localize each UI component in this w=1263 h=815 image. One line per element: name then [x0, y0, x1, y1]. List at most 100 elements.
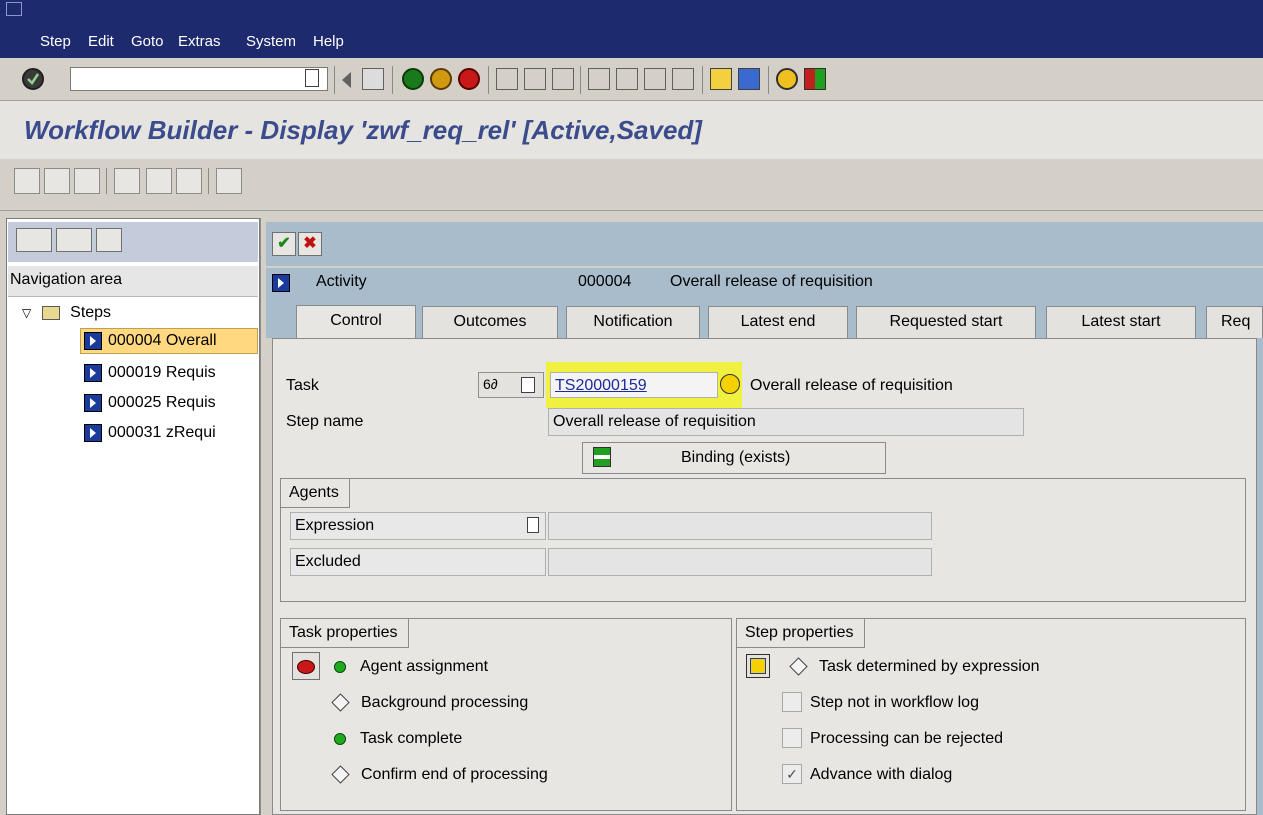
expand-triangle-icon[interactable]: ▽	[22, 306, 31, 320]
tab-notification[interactable]: Notification	[566, 306, 700, 338]
find-next-icon[interactable]	[552, 68, 574, 90]
hierarchy-icon[interactable]	[114, 168, 140, 194]
tree-item-label: 000025 Requis	[108, 394, 216, 411]
task-field[interactable]: TS20000159	[550, 372, 718, 398]
tree-item-000004[interactable]: 000004 Overall	[8, 328, 258, 354]
task-history-icon[interactable]	[521, 377, 535, 393]
back-icon[interactable]	[402, 68, 424, 90]
navigate-forward-icon[interactable]	[56, 228, 92, 252]
binding-button-label: Binding (exists)	[681, 449, 791, 466]
help-icon[interactable]	[776, 68, 798, 90]
menu-extras[interactable]: Extras	[178, 33, 221, 50]
green-status-icon	[334, 732, 346, 745]
agents-title: Agents	[281, 479, 350, 508]
cancel-icon[interactable]	[458, 68, 480, 90]
agents-group	[280, 478, 1246, 602]
next-page-icon[interactable]	[644, 68, 666, 90]
task-prop-agent-assignment: Agent assignment	[334, 658, 488, 676]
step-name-field[interactable]: Overall release of requisition	[548, 408, 1024, 436]
check-icon[interactable]	[74, 168, 100, 194]
expression-history-icon[interactable]	[527, 517, 539, 533]
activity-icon	[272, 274, 290, 292]
tree-folder-steps[interactable]: ▽ Steps	[8, 300, 258, 326]
last-page-icon[interactable]	[672, 68, 694, 90]
agent-assignment-icon	[297, 660, 315, 674]
navigation-toolbar	[8, 222, 258, 262]
page-title: Workflow Builder - Display 'zwf_req_rel'…	[24, 115, 702, 145]
menu-edit[interactable]: Edit	[88, 33, 114, 50]
tree-item-000019[interactable]: 000019 Requis	[8, 360, 258, 386]
menu-help[interactable]: Help	[313, 33, 344, 50]
activity-icon	[84, 393, 102, 412]
binding-button[interactable]: Binding (exists)	[582, 442, 886, 474]
step-not-in-log-checkbox[interactable]	[782, 692, 802, 712]
new-document-icon[interactable]	[14, 168, 40, 194]
menu-system[interactable]: System	[246, 33, 296, 50]
green-status-icon	[334, 660, 346, 673]
test-icon[interactable]	[216, 168, 242, 194]
information-icon[interactable]	[146, 168, 172, 194]
diamond-status-icon	[789, 657, 808, 676]
previous-page-icon[interactable]	[616, 68, 638, 90]
save-icon[interactable]	[362, 68, 384, 90]
activity-number: 000004	[578, 273, 632, 290]
copy-icon[interactable]	[44, 168, 70, 194]
task-prop-task-complete: Task complete	[334, 730, 462, 748]
tab-latest-start[interactable]: Latest start	[1046, 306, 1196, 338]
navigation-area-header: Navigation area	[8, 266, 258, 297]
expression-icon	[750, 658, 766, 674]
folder-icon	[41, 305, 60, 320]
command-field-history-icon[interactable]	[305, 69, 319, 87]
activity-icon	[84, 363, 102, 382]
tab-outcomes[interactable]: Outcomes	[422, 306, 558, 338]
menu-goto[interactable]: Goto	[131, 33, 164, 50]
task-tools: 6∂	[478, 372, 544, 398]
tab-requested-end[interactable]: Req	[1206, 306, 1263, 338]
diamond-status-icon	[331, 765, 350, 784]
new-session-icon[interactable]	[710, 68, 732, 90]
display-icon[interactable]	[176, 168, 202, 194]
print-icon[interactable]	[496, 68, 518, 90]
step-not-in-log-label: Step not in workflow log	[810, 694, 979, 711]
activity-icon	[84, 423, 102, 442]
exit-icon[interactable]	[430, 68, 452, 90]
task-label: Task	[286, 377, 319, 394]
processing-rejected-label: Processing can be rejected	[810, 730, 1003, 747]
tab-control[interactable]: Control	[296, 305, 416, 339]
enter-icon[interactable]	[22, 68, 44, 90]
find-icon[interactable]	[524, 68, 546, 90]
menu-step[interactable]: Step	[40, 33, 71, 50]
shortcut-icon[interactable]	[738, 68, 760, 90]
expression-button[interactable]	[746, 654, 770, 678]
navigate-back-icon[interactable]	[16, 228, 52, 252]
command-field[interactable]	[70, 67, 328, 91]
confirm-icon[interactable]: ✔	[272, 232, 296, 256]
tree-item-000031[interactable]: 000031 zRequi	[8, 420, 258, 446]
excluded-field[interactable]	[548, 548, 932, 576]
activity-description: Overall release of requisition	[670, 273, 873, 290]
advance-dialog-label: Advance with dialog	[810, 766, 953, 783]
first-page-icon[interactable]	[588, 68, 610, 90]
detail-toolbar: ✔ ✖	[266, 222, 1263, 266]
binding-icon	[593, 447, 611, 467]
tab-requested-start[interactable]: Requested start	[856, 306, 1036, 338]
processing-rejected-checkbox[interactable]	[782, 728, 802, 748]
advance-dialog-checkbox[interactable]: ✓	[782, 764, 802, 784]
step-name-label: Step name	[286, 413, 364, 430]
task-link-icon[interactable]	[720, 374, 740, 394]
diamond-status-icon	[331, 693, 350, 712]
back-arrow-icon[interactable]	[342, 72, 351, 88]
layout-menu-icon[interactable]	[804, 68, 826, 90]
cancel-icon[interactable]: ✖	[298, 232, 322, 256]
agent-assignment-button[interactable]	[292, 652, 320, 680]
tab-latest-end[interactable]: Latest end	[708, 306, 848, 338]
window-menu-icon[interactable]	[6, 2, 22, 16]
activity-label: Activity	[316, 273, 367, 290]
tree-structure-icon[interactable]	[96, 228, 122, 252]
excluded-label: Excluded	[290, 548, 546, 576]
tree-item-label: 000019 Requis	[108, 364, 216, 381]
tree-item-label: 000004 Overall	[108, 332, 217, 349]
expression-field[interactable]	[548, 512, 932, 540]
tree-item-000025[interactable]: 000025 Requis	[8, 390, 258, 416]
glasses-icon[interactable]: 6∂	[483, 376, 498, 392]
